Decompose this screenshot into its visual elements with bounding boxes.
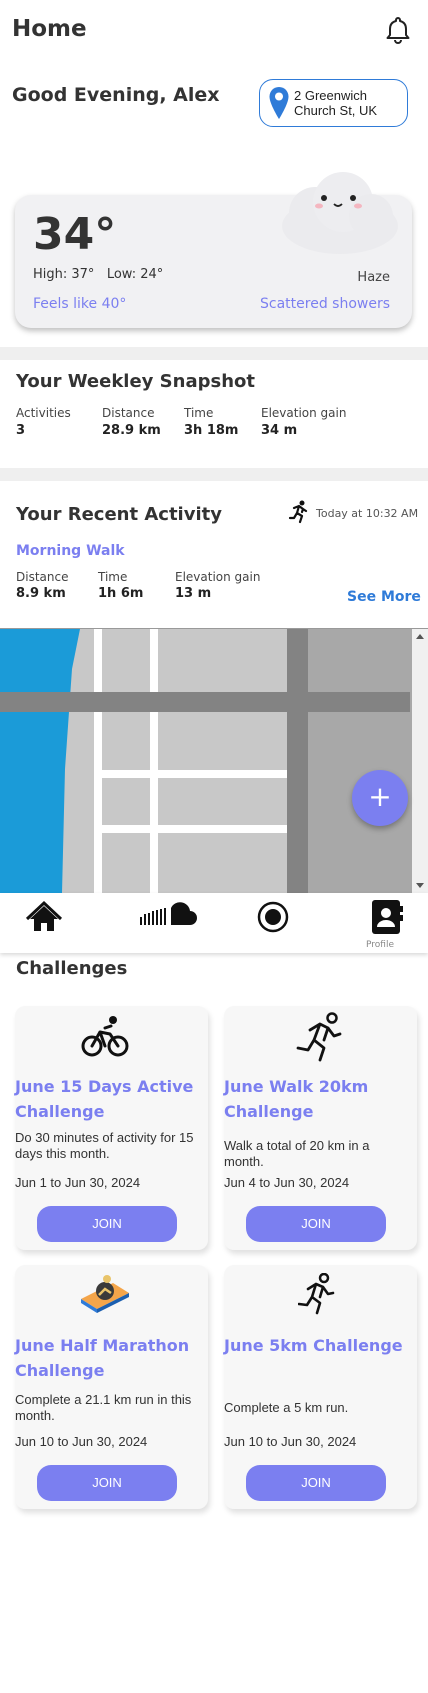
temperature: 34°: [33, 209, 117, 260]
weather-condition: Haze: [357, 270, 390, 285]
cloud-icon: [275, 168, 405, 262]
activity-timestamp: Today at 10:32 AM: [316, 507, 419, 520]
activity-name-link[interactable]: Morning Walk: [16, 543, 125, 559]
challenge-title: June Walk 20km Challenge: [224, 1077, 369, 1121]
weekly-distance-value: 28.9 km: [102, 423, 161, 438]
activity-map[interactable]: [0, 628, 428, 893]
challenge-card: June Half Marathon Challenge Complete a 2…: [15, 1265, 208, 1509]
running-icon: [296, 1012, 344, 1068]
challenge-dates: Jun 10 to Jun 30, 2024: [15, 1434, 148, 1449]
tab-label-profile: Profile: [366, 940, 394, 948]
join-button[interactable]: JOIN: [246, 1465, 386, 1501]
contacts-icon[interactable]: [360, 897, 420, 937]
challenges-title: Challenges: [16, 958, 128, 979]
join-button[interactable]: JOIN: [37, 1465, 177, 1501]
recent-elevation-value: 13 m: [175, 586, 212, 601]
high-low: High: 37° Low: 24°: [33, 267, 163, 282]
join-button[interactable]: JOIN: [37, 1206, 177, 1242]
challenge-description: Complete a 5 km run.: [224, 1400, 349, 1415]
weekly-snapshot-title: Your Weekley Snapshot: [16, 371, 255, 392]
high-temp: High: 37°: [33, 267, 95, 282]
location-line1: 2 Greenwich: [294, 88, 367, 103]
challenge-title: June Half Marathon Challenge: [15, 1336, 190, 1380]
challenge-card: June 5km Challenge Complete a 5 km run. …: [224, 1265, 417, 1509]
record-icon[interactable]: [243, 897, 303, 937]
recent-time-label: Time: [98, 570, 128, 584]
challenge-dates: Jun 1 to Jun 30, 2024: [15, 1175, 141, 1190]
challenge-title: June 15 Days Active Challenge: [15, 1077, 194, 1121]
weekly-elevation-value: 34 m: [261, 423, 298, 438]
section-divider: [0, 468, 428, 481]
weekly-activities-label: Activities: [16, 406, 71, 420]
bottom-tab-bar: [0, 893, 428, 953]
sprint-icon: [297, 1272, 338, 1321]
home-icon[interactable]: [14, 897, 74, 937]
recent-time-value: 1h 6m: [98, 586, 144, 601]
join-button[interactable]: JOIN: [246, 1206, 386, 1242]
recent-elevation-label: Elevation gain: [175, 570, 261, 584]
see-more-link[interactable]: See More: [347, 589, 421, 605]
location-pin-icon: [268, 86, 290, 124]
weekly-time-label: Time: [184, 406, 214, 420]
recent-distance-value: 8.9 km: [16, 586, 66, 601]
running-icon: [288, 500, 310, 528]
feels-like: Feels like 40°: [33, 296, 127, 312]
forecast-text: Scattered showers: [260, 296, 390, 312]
weekly-time-value: 3h 18m: [184, 423, 239, 438]
add-activity-button[interactable]: +: [352, 770, 408, 826]
challenge-description: Do 30 minutes of activity for 15 days th…: [15, 1130, 194, 1161]
marathon-runner-icon: [77, 1273, 133, 1321]
map-scrollbar[interactable]: [412, 629, 428, 893]
challenge-dates: Jun 10 to Jun 30, 2024: [224, 1434, 357, 1449]
bicycle-icon: [81, 1014, 129, 1064]
challenge-card: June 15 Days Active Challenge Do 30 minut…: [15, 1006, 208, 1250]
challenge-description: Complete a 21.1 km run in this month.: [15, 1392, 192, 1423]
challenge-title: June 5km Challenge: [224, 1336, 403, 1355]
section-divider: [0, 347, 428, 360]
challenge-description: Walk a total of 20 km in a month.: [224, 1138, 370, 1169]
weekly-distance-label: Distance: [102, 406, 155, 420]
greeting-text: Good Evening, Alex: [12, 84, 220, 106]
recent-activity-title: Your Recent Activity: [16, 504, 222, 525]
soundcloud-icon[interactable]: [132, 897, 197, 937]
location-line2: Church St, UK: [294, 103, 378, 118]
low-temp: Low: 24°: [106, 267, 164, 282]
challenge-card: June Walk 20km Challenge Walk a total of …: [224, 1006, 417, 1250]
page-title: Home: [12, 16, 87, 42]
bell-icon[interactable]: [383, 15, 413, 45]
location-chip[interactable]: 2 Greenwich Church St, UK: [259, 79, 408, 127]
weekly-activities-value: 3: [16, 423, 26, 438]
weekly-elevation-label: Elevation gain: [261, 406, 347, 420]
recent-distance-label: Distance: [16, 570, 69, 584]
challenge-dates: Jun 4 to Jun 30, 2024: [224, 1175, 350, 1190]
